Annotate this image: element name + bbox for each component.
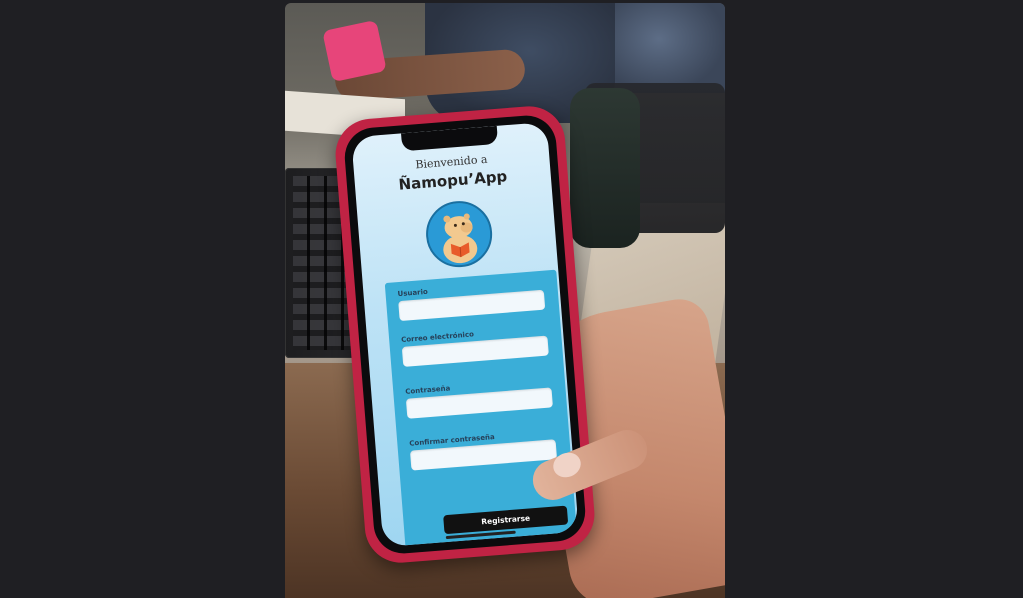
password-label: Contraseña	[405, 384, 451, 396]
jacket	[570, 88, 640, 248]
person-background-right	[615, 3, 725, 93]
username-label: Usuario	[397, 287, 429, 299]
register-form: Usuario Correo electrónico Contraseña Co…	[384, 269, 577, 546]
notch	[401, 125, 499, 152]
register-button[interactable]: Registrarse	[443, 505, 569, 535]
capybara-reading-book-icon	[423, 198, 495, 270]
